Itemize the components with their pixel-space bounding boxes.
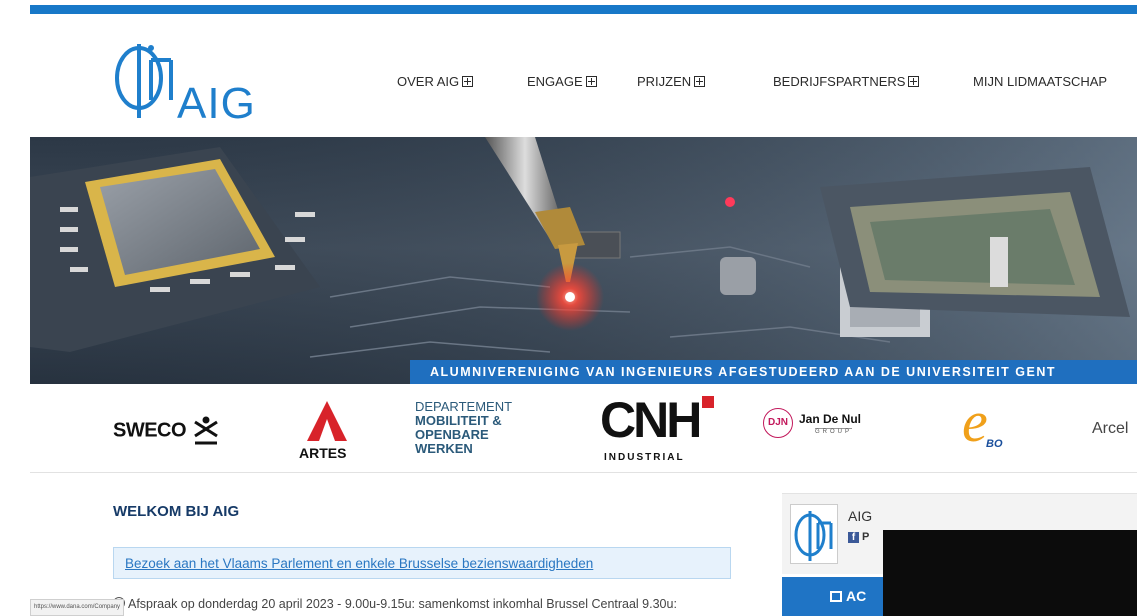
partner-departement-mow[interactable]: DEPARTEMENT MOBILITEIT & OPENBARE WERKEN: [415, 400, 512, 456]
partner-artes[interactable]: ARTES: [297, 401, 357, 461]
partner-arcelormittal[interactable]: Arcel: [1092, 420, 1128, 438]
main-navigation: OVER AIG ENGAGE PRIJZEN BEDRIJFSPARTNERS…: [0, 73, 1137, 93]
video-overlay[interactable]: [883, 530, 1137, 616]
ebo-e-icon: e: [962, 389, 988, 454]
nav-prijzen[interactable]: PRIJZEN: [637, 73, 706, 91]
jan-de-nul-sub-text: GROUP: [815, 428, 853, 435]
dept-line-3: OPENBARE: [415, 427, 489, 442]
facebook-page-avatar: [790, 504, 838, 564]
plus-square-icon: [462, 76, 474, 87]
hero-banner: ALUMNIVERENIGING VAN INGENIEURS AFGESTUD…: [410, 360, 1137, 384]
jan-de-nul-text: Jan De Nul: [799, 412, 862, 426]
partner-cnh-industrial[interactable]: CNH INDUSTRIAL: [600, 392, 716, 466]
plus-square-icon: [694, 76, 706, 87]
nav-label: OVER AIG: [397, 74, 460, 89]
nav-label: BEDRIJFSPARTNERS: [773, 74, 906, 89]
sweco-figure-icon: [193, 416, 218, 445]
facebook-icon: f: [848, 532, 859, 543]
aig-logo-icon: [794, 511, 833, 561]
news-item-link[interactable]: Bezoek aan het Vlaams Parlement en enkel…: [125, 556, 593, 571]
news-detail-text: Afspraak op donderdag 20 april 2023 - 9.…: [128, 597, 677, 611]
nav-over-aig[interactable]: OVER AIG: [397, 73, 474, 91]
partner-jan-de-nul[interactable]: DJN Jan De Nul GROUP: [763, 408, 883, 444]
artes-logo-mark: [307, 401, 347, 441]
nav-label: PRIJZEN: [637, 74, 692, 89]
jan-de-nul-circle: DJN: [763, 408, 793, 438]
news-item-box: Bezoek aan het Vlaams Parlement en enkel…: [113, 547, 731, 579]
calendar-icon: [830, 591, 842, 602]
facebook-page-name[interactable]: AIG: [848, 508, 872, 524]
partner-logo-carousel: SWECO ARTES DEPARTEMENT MOBILITEIT & OPE…: [30, 386, 1137, 473]
sweco-text: SWECO: [113, 419, 187, 442]
agenda-title: AC: [846, 588, 867, 604]
nav-label: MIJN LIDMAATSCHAP: [973, 74, 1108, 89]
status-bar-url: https://www.dana.com/Company: [30, 599, 125, 616]
nav-mijn-lidmaatschap[interactable]: MIJN LIDMAATSCHAP: [973, 73, 1107, 91]
nav-bedrijfspartners[interactable]: BEDRIJFSPARTNERS: [773, 73, 920, 91]
artes-text: ARTES: [299, 445, 347, 461]
top-accent-bar: [30, 5, 1137, 14]
dept-line-4: WERKEN: [415, 441, 473, 456]
nav-label: ENGAGE: [527, 74, 583, 89]
cnh-sub-text: INDUSTRIAL: [604, 452, 685, 463]
plus-square-icon: [908, 76, 920, 87]
nav-engage[interactable]: ENGAGE: [527, 73, 597, 91]
news-item-detail: Afspraak op donderdag 20 april 2023 - 9.…: [113, 597, 677, 611]
partner-sweco[interactable]: SWECO: [113, 416, 219, 446]
cnh-red-accent: [702, 396, 714, 408]
circuit-board-illustration: [30, 137, 1137, 384]
jan-de-nul-mark: DJN: [767, 417, 788, 428]
facebook-action-label[interactable]: P: [862, 531, 869, 543]
dept-line-1: DEPARTEMENT: [415, 399, 513, 414]
partner-ebo[interactable]: e BO: [962, 392, 1022, 462]
dept-line-2: MOBILITEIT &: [415, 413, 502, 428]
plus-square-icon: [585, 76, 597, 87]
hero-image: ALUMNIVERENIGING VAN INGENIEURS AFGESTUD…: [30, 137, 1137, 384]
arcelor-text: Arcel: [1092, 420, 1129, 437]
ebo-text: BO: [986, 438, 1003, 450]
welcome-heading: WELKOM BIJ AIG: [113, 503, 240, 520]
cnh-text: CNH: [600, 392, 702, 448]
